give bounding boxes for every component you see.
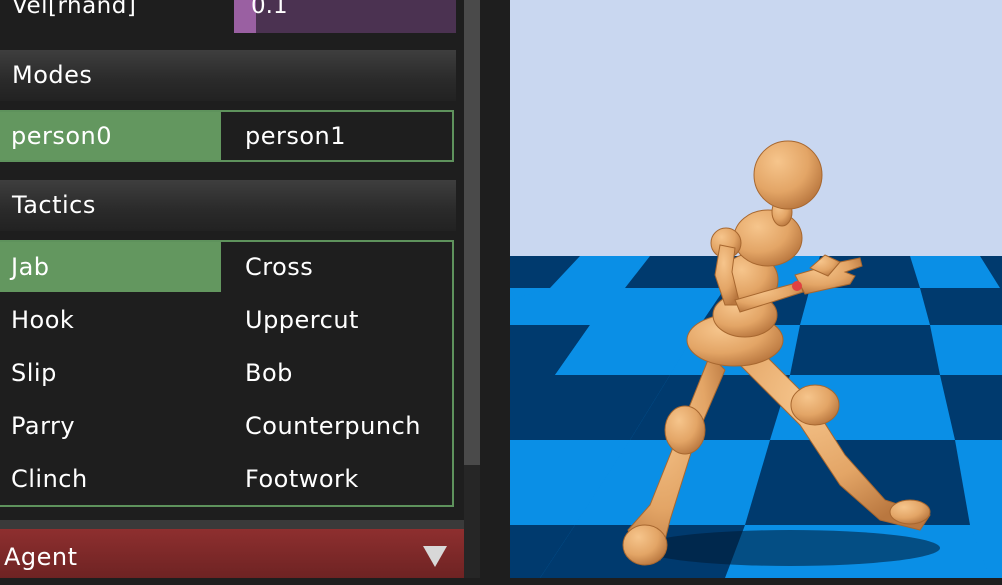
- tactic-option-label: Uppercut: [245, 306, 359, 334]
- tactic-option-label: Footwork: [245, 465, 359, 493]
- modes-radio-group: person0 person1: [0, 110, 454, 162]
- tactic-option-label: Jab: [11, 253, 50, 281]
- tactic-option-jab[interactable]: Jab: [0, 242, 221, 292]
- tactics-radio-group: Jab Cross Hook Uppercut Slip Bob Parry C…: [0, 240, 454, 507]
- figure-shadow: [640, 530, 940, 566]
- tactic-option-clinch[interactable]: Clinch: [0, 454, 221, 504]
- tactic-option-bob[interactable]: Bob: [221, 348, 452, 398]
- tactic-option-label: Bob: [245, 359, 293, 387]
- tactic-option-slip[interactable]: Slip: [0, 348, 221, 398]
- tactic-option-label: Cross: [245, 253, 314, 281]
- simulation-viewport[interactable]: [510, 0, 1002, 578]
- mode-option-label: person1: [245, 122, 347, 150]
- tactic-option-cross[interactable]: Cross: [221, 242, 452, 292]
- tactic-option-hook[interactable]: Hook: [0, 295, 221, 345]
- vel-rhand-slider[interactable]: 0.1: [234, 0, 456, 33]
- tactic-option-label: Slip: [11, 359, 57, 387]
- control-panel: Vel[rhand] 0.1 Modes person0 person1 Tac…: [0, 0, 480, 578]
- tactic-option-parry[interactable]: Parry: [0, 401, 221, 451]
- tactic-option-label: Parry: [11, 412, 76, 440]
- mode-option-person0[interactable]: person0: [0, 112, 221, 160]
- panel-body: Vel[rhand] 0.1 Modes person0 person1 Tac…: [0, 0, 464, 520]
- tactic-option-uppercut[interactable]: Uppercut: [221, 295, 452, 345]
- tactic-option-label: Clinch: [11, 465, 88, 493]
- modes-section-header[interactable]: Modes: [0, 50, 456, 101]
- scene: [510, 0, 1002, 578]
- slider-row-vel-rhand: Vel[rhand] 0.1: [0, 0, 456, 33]
- slider-label: Vel[rhand]: [12, 0, 137, 19]
- mode-option-label: person0: [11, 122, 113, 150]
- tactics-title: Tactics: [12, 191, 96, 219]
- agent-section-header[interactable]: Agent: [0, 529, 464, 578]
- target-marker: [792, 281, 802, 291]
- tactics-section-header[interactable]: Tactics: [0, 180, 456, 231]
- tactic-option-label: Counterpunch: [245, 412, 421, 440]
- slider-value: 0.1: [251, 0, 288, 19]
- panel-scrollbar-thumb[interactable]: [464, 0, 480, 465]
- triangle-down-icon: [423, 546, 447, 567]
- modes-title: Modes: [12, 61, 93, 89]
- tactic-option-label: Hook: [11, 306, 75, 334]
- agent-title: Agent: [4, 543, 78, 571]
- tactic-option-counterpunch[interactable]: Counterpunch: [221, 401, 452, 451]
- mode-option-person1[interactable]: person1: [221, 112, 452, 160]
- tactic-option-footwork[interactable]: Footwork: [221, 454, 452, 504]
